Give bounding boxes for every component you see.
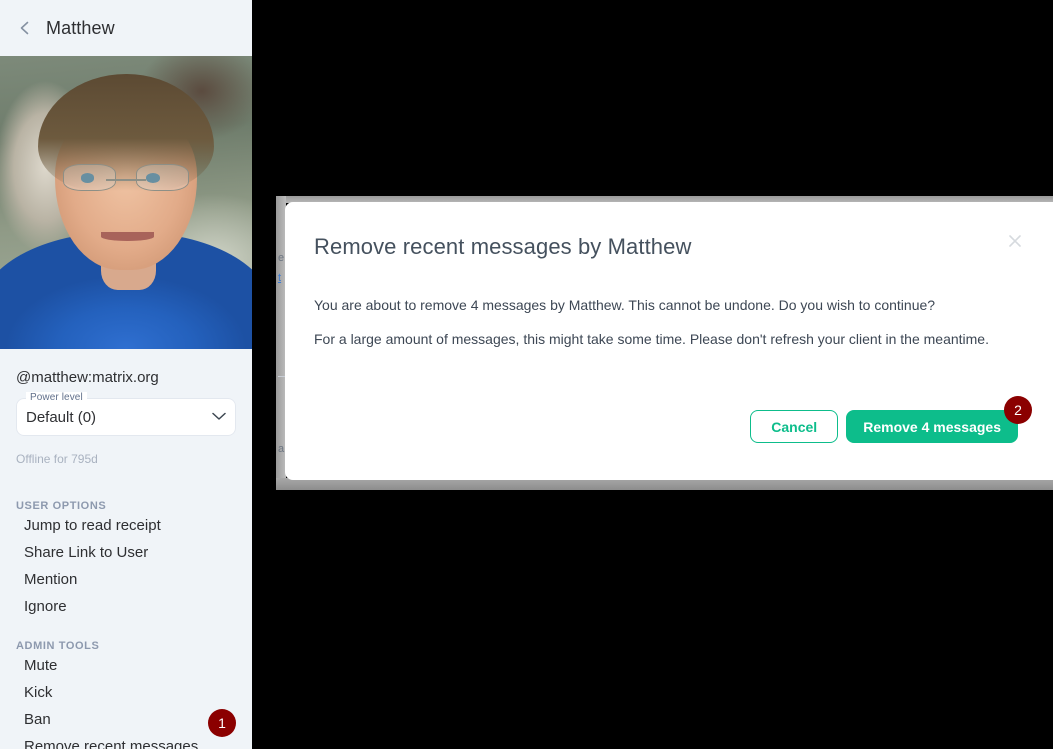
- user-id: @matthew:matrix.org: [16, 369, 159, 386]
- cancel-button[interactable]: Cancel: [750, 410, 839, 443]
- background-content-sliver-2: a: [278, 443, 285, 455]
- close-button[interactable]: [1004, 232, 1026, 254]
- menu-item-jump-to-read-receipt[interactable]: Jump to read receipt: [0, 512, 252, 539]
- chevron-left-icon: [18, 21, 32, 35]
- user-options-heading: USER OPTIONS: [16, 500, 107, 512]
- background-link-sliver: t: [278, 272, 282, 284]
- confirm-remove-button[interactable]: Remove 4 messages: [846, 410, 1018, 443]
- back-button[interactable]: [12, 15, 38, 41]
- page-title: Matthew: [46, 17, 115, 38]
- dialog-description-secondary: For a large amount of messages, this mig…: [314, 331, 989, 347]
- remove-messages-dialog: Remove recent messages by Matthew You ar…: [285, 202, 1053, 480]
- power-level-select[interactable]: Default (0): [16, 398, 236, 436]
- background-content-sliver: e: [278, 252, 285, 264]
- menu-item-mention[interactable]: Mention: [0, 566, 252, 593]
- menu-item-kick[interactable]: Kick: [0, 679, 252, 706]
- avatar-glasses-bridge: [105, 179, 147, 181]
- avatar-glasses: [63, 164, 189, 191]
- avatar-mouth: [100, 231, 154, 241]
- menu-item-ignore[interactable]: Ignore: [0, 593, 252, 620]
- app-root: Matthew @matthew:matrix.org Power level …: [0, 0, 1053, 749]
- panel-header: Matthew: [0, 0, 252, 56]
- dialog-title: Remove recent messages by Matthew: [314, 234, 692, 259]
- annotation-badge-2: 2: [1004, 396, 1032, 424]
- user-info-panel: Matthew @matthew:matrix.org Power level …: [0, 0, 252, 749]
- avatar-lens-right: [136, 164, 189, 191]
- dialog-description-primary: You are about to remove 4 messages by Ma…: [314, 297, 936, 313]
- menu-item-mute[interactable]: Mute: [0, 652, 252, 679]
- presence-status: Offline for 795d: [16, 452, 98, 466]
- power-level-field[interactable]: Power level Default (0): [16, 392, 236, 436]
- background-divider: [278, 376, 285, 377]
- menu-item-share-link-to-user[interactable]: Share Link to User: [0, 539, 252, 566]
- avatar-lens-left: [63, 164, 116, 191]
- menu-item-remove-recent-messages[interactable]: Remove recent messages: [0, 733, 252, 749]
- avatar[interactable]: [0, 56, 252, 349]
- user-options-list: Jump to read receipt Share Link to User …: [0, 512, 252, 620]
- admin-tools-heading: ADMIN TOOLS: [16, 640, 100, 652]
- annotation-badge-1: 1: [208, 709, 236, 737]
- close-icon: [1007, 233, 1023, 254]
- dialog-actions: Cancel Remove 4 messages: [750, 410, 1018, 443]
